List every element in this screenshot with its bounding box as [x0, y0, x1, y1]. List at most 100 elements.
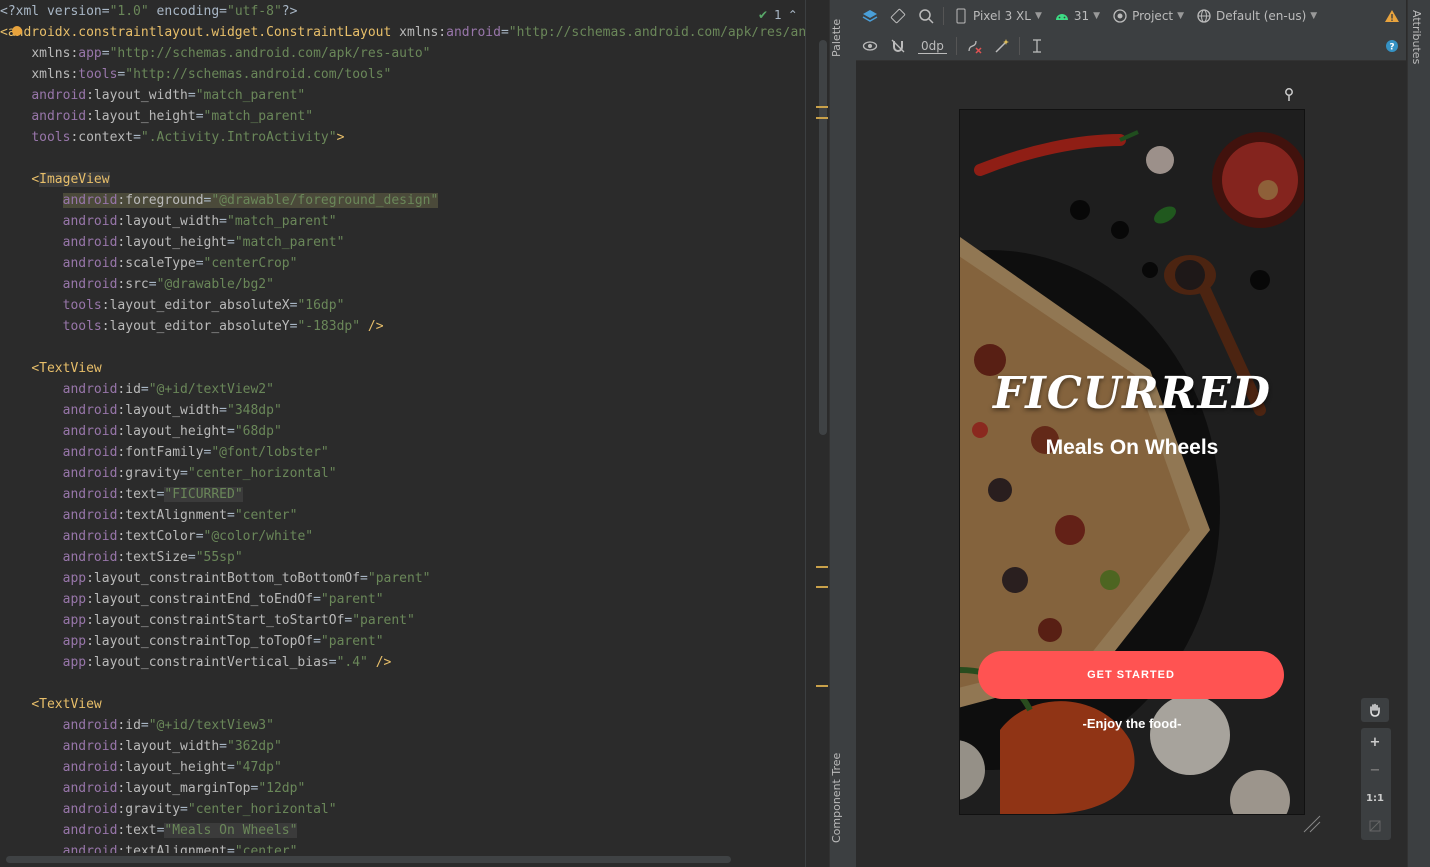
- error-stripe-marker[interactable]: [816, 586, 828, 588]
- code-token: />: [360, 319, 384, 334]
- code-line[interactable]: android:textColor="@color/white": [0, 526, 808, 547]
- code-line[interactable]: android:gravity="center_horizontal": [0, 799, 808, 820]
- zoom-reset-button[interactable]: 1:1: [1361, 784, 1389, 812]
- code-token: "362dp": [227, 739, 282, 754]
- code-line[interactable]: tools:layout_editor_absoluteX="16dp": [0, 295, 808, 316]
- api-level-label: 31: [1073, 9, 1090, 23]
- warnings-button[interactable]: [1378, 4, 1406, 28]
- code-line[interactable]: android:layout_width="match_parent": [0, 211, 808, 232]
- code-line[interactable]: android:layout_height="match_parent": [0, 232, 808, 253]
- code-line[interactable]: android:layout_height="47dp": [0, 757, 808, 778]
- error-stripe-marker[interactable]: [816, 117, 828, 119]
- locale-selector[interactable]: Default (en-us) ▼: [1190, 4, 1323, 28]
- code-editor[interactable]: <?xml version="1.0" encoding="utf-8"?> <a…: [0, 0, 828, 867]
- code-token: tools: [78, 67, 118, 82]
- device-selector[interactable]: Pixel 3 XL ▼: [947, 4, 1048, 28]
- attributes-tab[interactable]: Attributes: [1410, 10, 1423, 64]
- pan-button[interactable]: [1361, 698, 1389, 722]
- code-line[interactable]: [0, 148, 808, 169]
- code-token: android: [62, 781, 118, 796]
- code-line[interactable]: <ImageView: [0, 169, 808, 190]
- design-mode-button[interactable]: [856, 4, 884, 28]
- code-line[interactable]: android:layout_width="match_parent": [0, 85, 808, 106]
- code-line[interactable]: <TextView: [0, 358, 808, 379]
- zoom-to-fit-button[interactable]: [1361, 812, 1389, 840]
- code-line[interactable]: android:textAlignment="center": [0, 505, 808, 526]
- get-started-button[interactable]: GET STARTED: [978, 651, 1284, 699]
- code-token: =: [328, 655, 337, 670]
- code-line[interactable]: [0, 673, 808, 694]
- code-line[interactable]: app:layout_constraintTop_toTopOf="parent…: [0, 631, 808, 652]
- code-line[interactable]: app:layout_constraintVertical_bias=".4" …: [0, 652, 808, 673]
- device-preview[interactable]: FICURRED Meals On Wheels GET STARTED -En…: [959, 109, 1305, 815]
- default-margin-selector[interactable]: 0dp: [912, 34, 953, 58]
- code-line[interactable]: xmlns:tools="http://schemas.android.com/…: [0, 64, 808, 85]
- code-line[interactable]: android:textSize="55sp": [0, 547, 808, 568]
- hand-icon: [1370, 703, 1380, 717]
- code-line[interactable]: tools:layout_editor_absoluteY="-183dp" /…: [0, 316, 808, 337]
- code-token: "@font/lobster": [211, 445, 329, 460]
- code-line[interactable]: android:src="@drawable/bg2": [0, 274, 808, 295]
- orientation-button[interactable]: [884, 4, 912, 28]
- scroll-thumb[interactable]: [819, 40, 827, 435]
- code-line[interactable]: <androidx.constraintlayout.widget.Constr…: [0, 22, 808, 43]
- night-mode-button[interactable]: [912, 4, 940, 28]
- zoom-out-button[interactable]: −: [1361, 756, 1389, 784]
- code-token: =: [227, 424, 235, 439]
- zoom-in-button[interactable]: +: [1361, 728, 1389, 756]
- code-token: android: [62, 718, 118, 733]
- code-line[interactable]: app:layout_constraintEnd_toEndOf="parent…: [0, 589, 808, 610]
- previous-highlight-icon[interactable]: ⌃: [788, 8, 798, 22]
- code-line[interactable]: android:layout_height="68dp": [0, 421, 808, 442]
- code-line[interactable]: android:fontFamily="@font/lobster": [0, 442, 808, 463]
- editor-vertical-scrollbar[interactable]: [805, 0, 828, 867]
- code-line[interactable]: xmlns:app="http://schemas.android.com/ap…: [0, 43, 808, 64]
- resize-handle-icon[interactable]: [1302, 814, 1322, 834]
- code-token: <TextView: [31, 697, 102, 712]
- plus-icon: +: [1369, 734, 1381, 750]
- code-token: app: [78, 46, 102, 61]
- help-button[interactable]: ?: [1378, 34, 1406, 58]
- code-line[interactable]: android:text="FICURRED": [0, 484, 808, 505]
- code-line[interactable]: android:text="Meals On Wheels": [0, 820, 808, 841]
- theme-icon: [1113, 9, 1127, 23]
- code-line[interactable]: [0, 337, 808, 358]
- editor-horizontal-scrollbar[interactable]: [0, 853, 805, 867]
- code-line[interactable]: app:layout_constraintBottom_toBottomOf="…: [0, 568, 808, 589]
- error-stripe-marker[interactable]: [816, 685, 828, 687]
- infer-constraints-button[interactable]: [988, 34, 1016, 58]
- code-line[interactable]: android:layout_height="match_parent": [0, 106, 808, 127]
- error-stripe-marker[interactable]: [816, 106, 828, 108]
- code-line[interactable]: android:layout_width="348dp": [0, 400, 808, 421]
- code-line[interactable]: android:id="@+id/textView2": [0, 379, 808, 400]
- scroll-thumb[interactable]: [6, 856, 731, 863]
- design-surface[interactable]: Pixel 3 XL ▼ 31 ▼ Project ▼ Default (en-…: [856, 0, 1406, 867]
- theme-selector[interactable]: Project ▼: [1106, 4, 1190, 28]
- code-line[interactable]: android:gravity="center_horizontal": [0, 463, 808, 484]
- code-lines[interactable]: <?xml version="1.0" encoding="utf-8"?> <a…: [0, 1, 808, 862]
- code-token: android: [62, 487, 118, 502]
- autoconnect-button[interactable]: [884, 34, 912, 58]
- code-line[interactable]: android:layout_marginTop="12dp": [0, 778, 808, 799]
- code-line[interactable]: android:scaleType="centerCrop": [0, 253, 808, 274]
- palette-tab[interactable]: Palette: [830, 10, 856, 65]
- code-line[interactable]: tools:context=".Activity.IntroActivity">: [0, 127, 808, 148]
- code-line[interactable]: <?xml version="1.0" encoding="utf-8"?>: [0, 1, 808, 22]
- code-line[interactable]: <TextView: [0, 694, 808, 715]
- code-line[interactable]: app:layout_constraintStart_toStartOf="pa…: [0, 610, 808, 631]
- guidelines-button[interactable]: [1023, 34, 1051, 58]
- code-token: >: [336, 130, 345, 145]
- error-stripe-marker[interactable]: [816, 566, 828, 568]
- code-token: android: [62, 466, 118, 481]
- code-token: "parent": [367, 571, 431, 586]
- code-line[interactable]: android:foreground="@drawable/foreground…: [0, 190, 808, 211]
- view-options-button[interactable]: [856, 34, 884, 58]
- intention-bulb-icon[interactable]: [12, 26, 22, 36]
- component-tree-tab[interactable]: Component Tree: [830, 748, 856, 848]
- api-level-selector[interactable]: 31 ▼: [1048, 4, 1106, 28]
- clear-constraints-button[interactable]: [960, 34, 988, 58]
- pin-icon[interactable]: [1284, 88, 1294, 102]
- code-line[interactable]: android:layout_width="362dp": [0, 736, 808, 757]
- code-line[interactable]: android:id="@+id/textView3": [0, 715, 808, 736]
